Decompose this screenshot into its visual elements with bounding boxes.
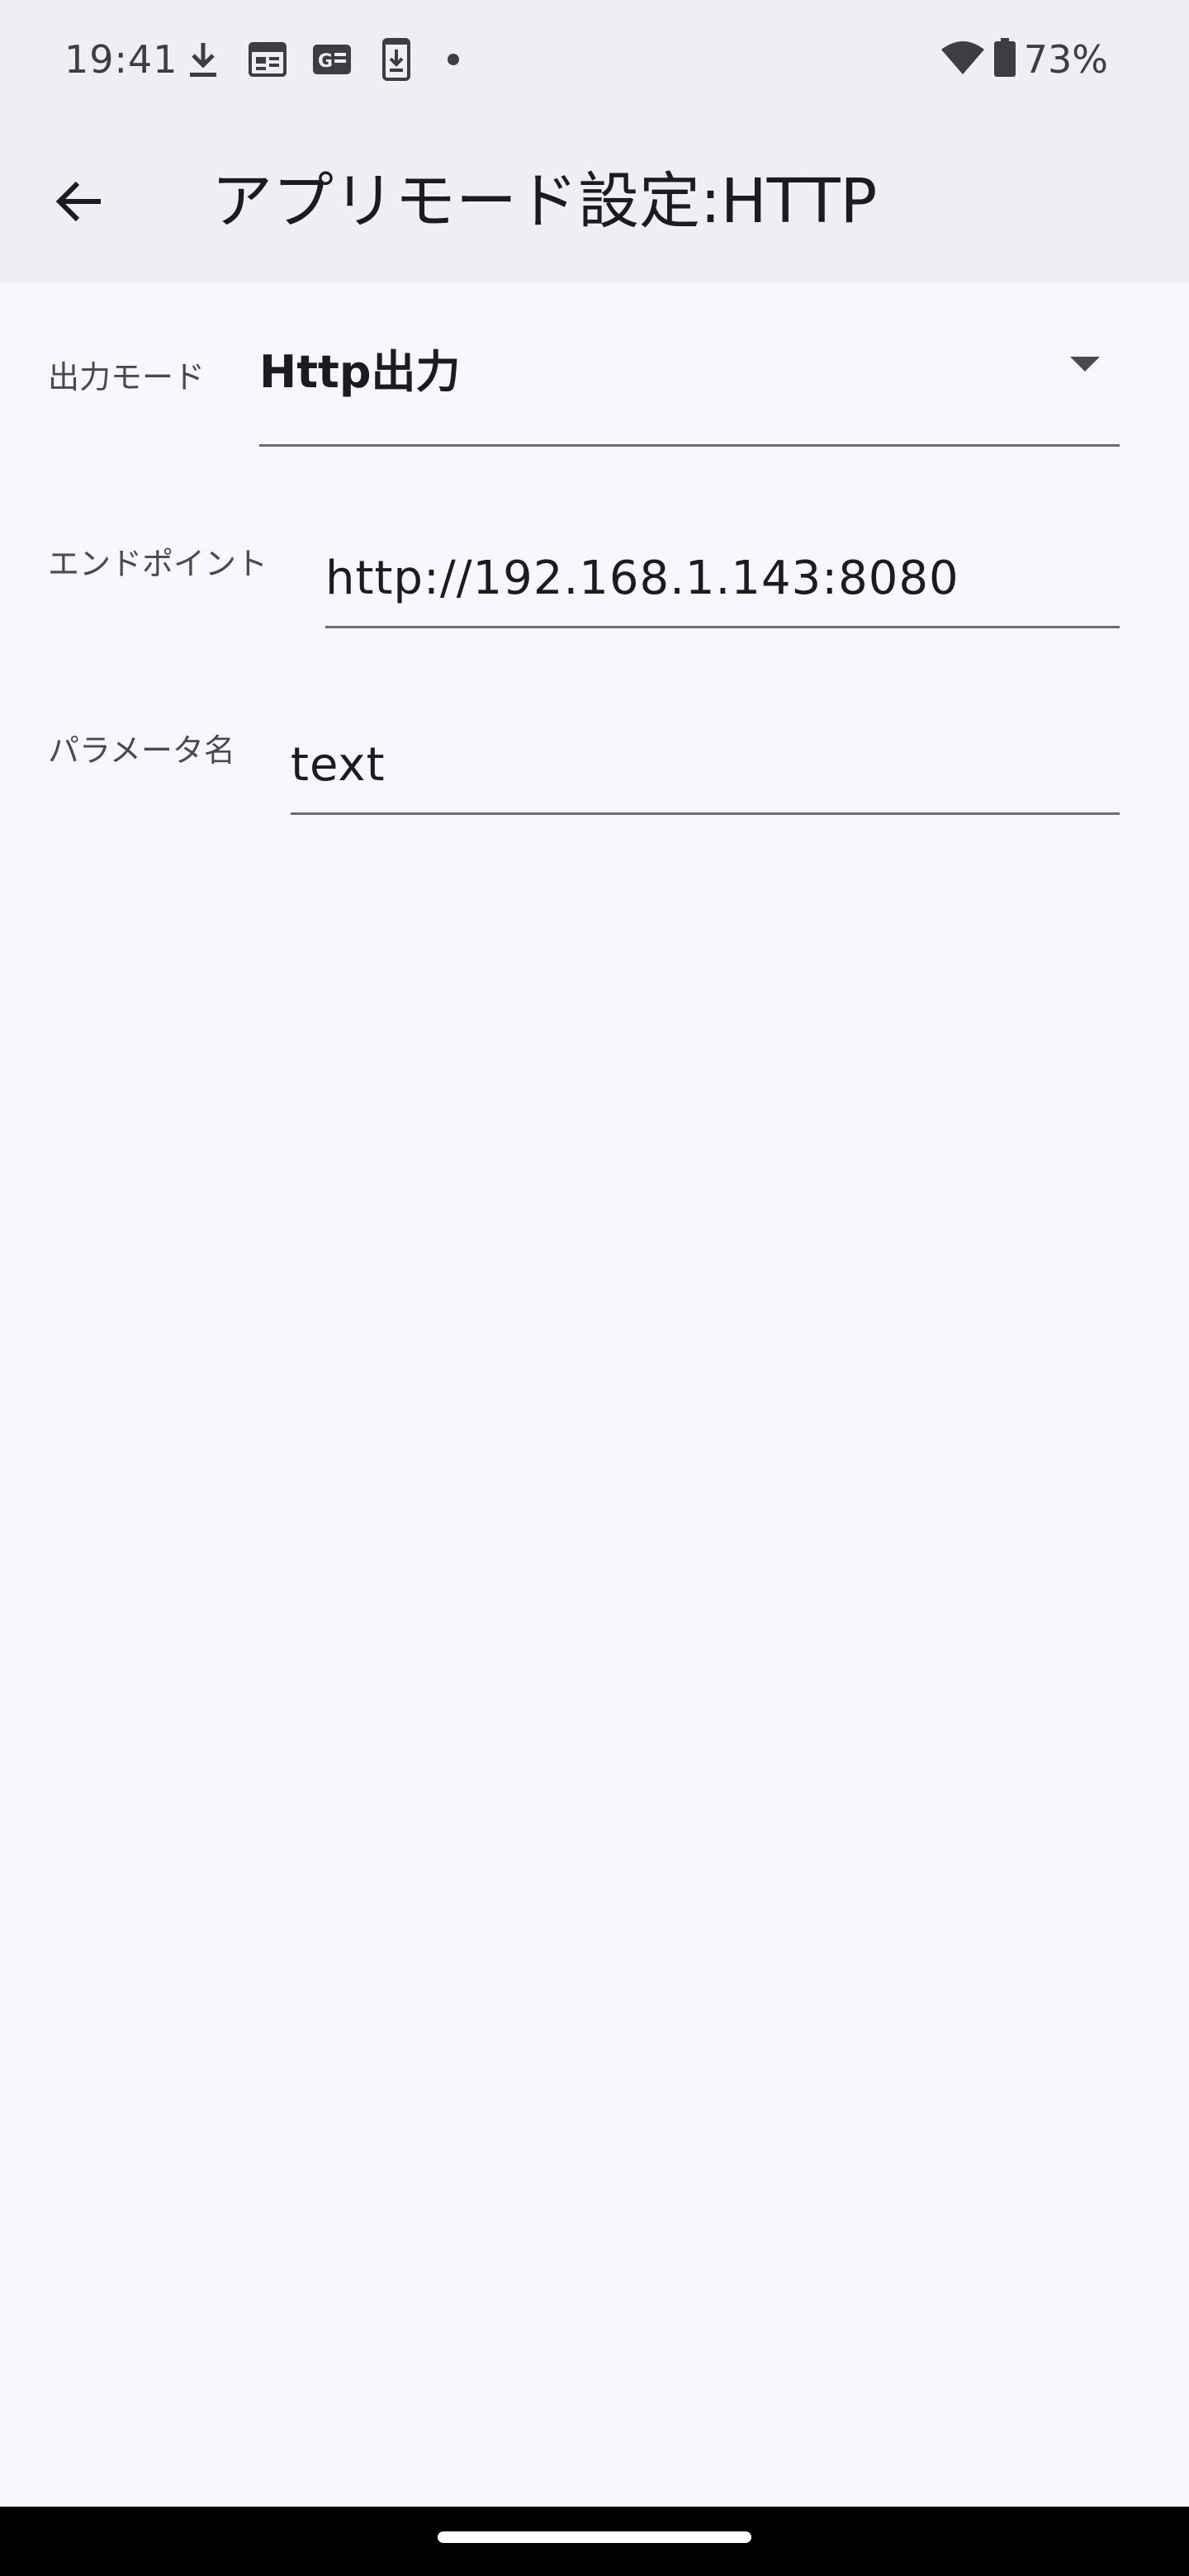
output-mode-label: 出力モード <box>48 359 206 395</box>
output-mode-dropdown[interactable]: Http出力 <box>259 319 1120 447</box>
notification-icons: G <box>180 36 459 83</box>
dropdown-arrow-icon <box>1070 357 1100 372</box>
google-news-icon: G <box>309 36 355 83</box>
endpoint-value: http://192.168.1.143:8080 <box>325 552 959 605</box>
calendar-icon <box>244 36 291 83</box>
endpoint-field[interactable]: http://192.168.1.143:8080 <box>325 527 1120 628</box>
status-time: 19:41 <box>64 37 178 82</box>
phone-download-icon <box>373 36 419 83</box>
parameter-name-row: パラメータ名 text <box>0 713 1189 816</box>
back-button[interactable] <box>33 155 126 248</box>
home-gesture-handle[interactable] <box>438 2531 751 2543</box>
endpoint-row: エンドポイント http://192.168.1.143:8080 <box>0 527 1189 629</box>
output-mode-value: Http出力 <box>259 346 461 398</box>
svg-text:G: G <box>318 51 333 72</box>
page-title: アプリモード設定:HTTP <box>211 166 878 237</box>
system-icons: 73% <box>940 33 1108 86</box>
status-bar: 19:41 G 73% <box>0 0 1189 119</box>
notification-dot-icon <box>448 54 459 65</box>
parameter-name-label: パラメータ名 <box>48 732 235 769</box>
top-area: 19:41 G 73% アプリモード設定:HTTP <box>0 0 1189 282</box>
endpoint-label: エンドポイント <box>48 546 268 582</box>
system-navigation-bar <box>0 2507 1189 2576</box>
arrow-back-icon <box>55 181 101 222</box>
download-icon <box>180 36 226 83</box>
parameter-name-value: text <box>291 738 386 792</box>
wifi-icon <box>940 40 986 79</box>
battery-icon <box>992 37 1017 82</box>
output-mode-row: 出力モード Http出力 <box>0 319 1189 451</box>
battery-percent: 73% <box>1023 37 1108 82</box>
parameter-name-field[interactable]: text <box>291 713 1120 815</box>
top-app-bar: アプリモード設定:HTTP <box>0 119 1189 282</box>
